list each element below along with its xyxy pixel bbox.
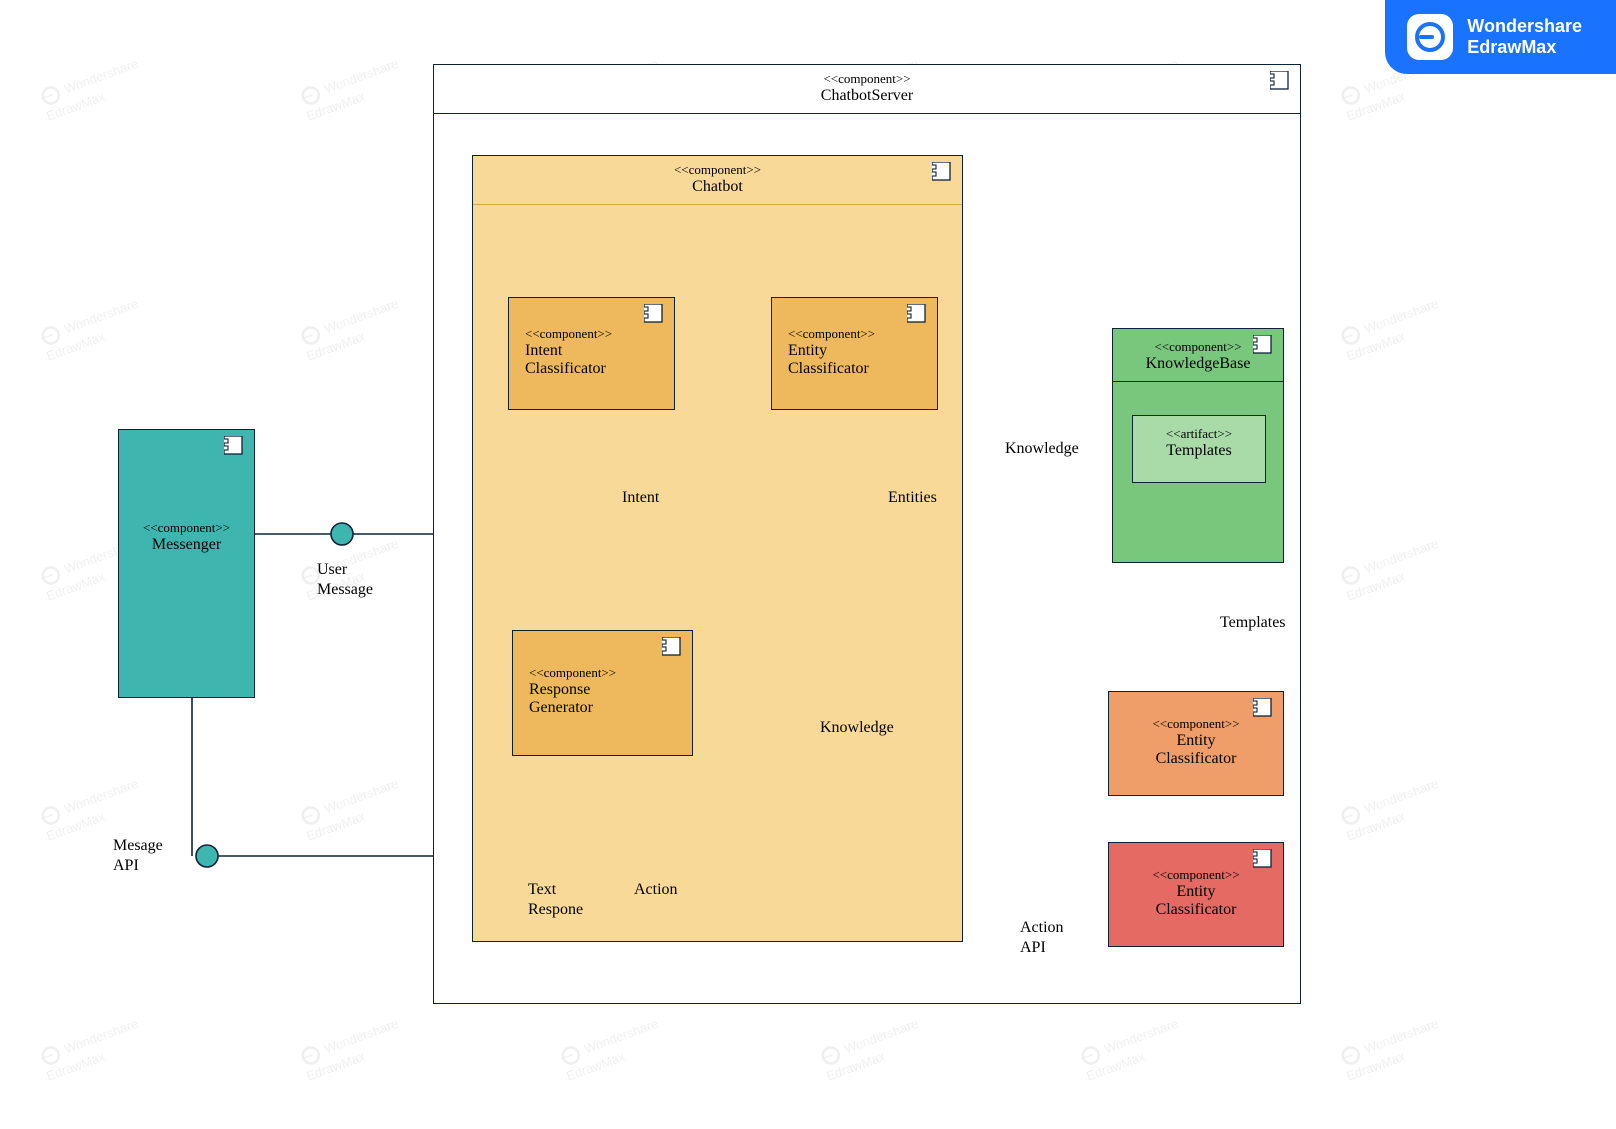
label-entities: Entities bbox=[888, 488, 937, 508]
stereotype-label: <<component>> bbox=[529, 665, 616, 681]
brand-line2: EdrawMax bbox=[1467, 37, 1582, 58]
label-mesage-api: Mesage API bbox=[113, 836, 163, 876]
label-user-message: User Message bbox=[317, 560, 373, 600]
brand-icon bbox=[1407, 14, 1453, 60]
component-intent-classificator: <<component>> Intent Classificator bbox=[508, 297, 675, 410]
stereotype-label: <<component>> bbox=[438, 71, 1296, 87]
component-icon bbox=[662, 637, 686, 659]
component-messenger: <<component>> Messenger bbox=[118, 429, 255, 698]
stereotype-label: <<component>> bbox=[525, 326, 612, 342]
component-name: Response Generator bbox=[529, 681, 616, 717]
label-action: Action bbox=[634, 880, 678, 900]
component-chatbot: <<component>> Chatbot bbox=[472, 155, 963, 942]
diagram-canvas: WondershareEdrawMaxWondershareEdrawMaxWo… bbox=[0, 0, 1616, 1129]
component-entity-classificator: <<component>> Entity Classificator bbox=[771, 297, 938, 410]
component-icon bbox=[1270, 71, 1294, 93]
component-name: Entity Classificator bbox=[1109, 732, 1283, 768]
stereotype-label: <<component>> bbox=[788, 326, 875, 342]
component-knowledge-base: <<component>> KnowledgeBase <<artifact>>… bbox=[1112, 328, 1284, 563]
component-name: Entity Classificator bbox=[788, 342, 875, 378]
component-name: Intent Classificator bbox=[525, 342, 612, 378]
label-templates: Templates bbox=[1220, 613, 1286, 633]
component-name: KnowledgeBase bbox=[1117, 355, 1279, 373]
component-entity-classificator-3: <<component>> Entity Classificator bbox=[1108, 842, 1284, 947]
label-intent: Intent bbox=[622, 488, 659, 508]
component-icon bbox=[1253, 335, 1277, 357]
component-icon bbox=[932, 162, 956, 184]
component-name: Messenger bbox=[119, 536, 254, 554]
stereotype-label: <<component>> bbox=[119, 520, 254, 536]
component-name: Entity Classificator bbox=[1109, 883, 1283, 919]
brand-line1: Wondershare bbox=[1467, 16, 1582, 37]
component-icon bbox=[644, 304, 668, 326]
component-entity-classificator-2: <<component>> Entity Classificator bbox=[1108, 691, 1284, 796]
stereotype-label: <<component>> bbox=[477, 162, 958, 178]
label-knowledge-right: Knowledge bbox=[820, 718, 894, 738]
component-icon bbox=[907, 304, 931, 326]
label-text-response: Text Respone bbox=[528, 880, 583, 920]
component-response-generator: <<component>> Response Generator bbox=[512, 630, 693, 756]
artifact-name: Templates bbox=[1133, 442, 1265, 460]
stereotype-label: <<artifact>> bbox=[1133, 426, 1265, 442]
stereotype-label: <<component>> bbox=[1109, 867, 1283, 883]
stereotype-label: <<component>> bbox=[1109, 716, 1283, 732]
label-knowledge-top: Knowledge bbox=[1005, 439, 1079, 459]
brand-badge: Wondershare EdrawMax bbox=[1385, 0, 1616, 74]
component-name: Chatbot bbox=[477, 178, 958, 196]
artifact-templates: <<artifact>> Templates bbox=[1132, 415, 1266, 483]
label-action-api: Action API bbox=[1020, 918, 1064, 958]
component-name: ChatbotServer bbox=[438, 87, 1296, 105]
component-icon bbox=[224, 436, 248, 458]
